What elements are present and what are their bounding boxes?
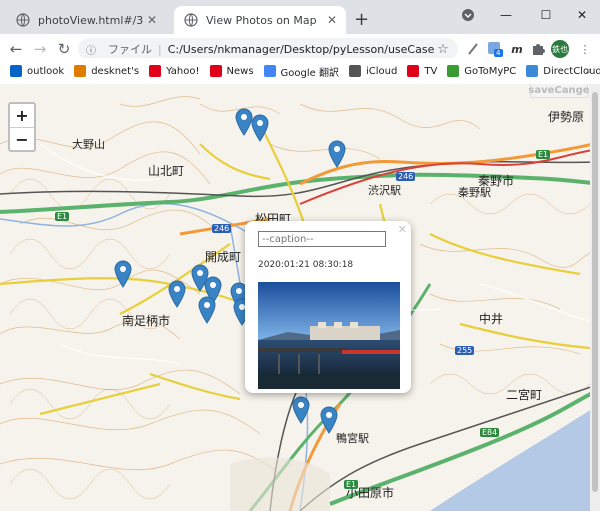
expressway-shield: E84 xyxy=(480,428,500,437)
bookmark-yahoo[interactable]: Yahoo! xyxy=(149,65,200,77)
place-label: 南足柄市 xyxy=(122,314,171,328)
bookmark-label: News xyxy=(226,65,254,77)
extension-icon[interactable] xyxy=(464,40,482,58)
profile-menu-icon[interactable] xyxy=(448,0,488,30)
bookmark-outlook[interactable]: outlook xyxy=(10,65,64,77)
bookmark-tv[interactable]: TV xyxy=(407,65,437,77)
globe-icon xyxy=(16,13,30,27)
tab-photoview[interactable]: photoView.html#/3 ✕ xyxy=(6,6,166,34)
outlook-icon xyxy=(10,65,22,77)
extension-badge-icon[interactable]: 4 xyxy=(486,40,504,58)
zoom-in-button[interactable]: + xyxy=(10,104,34,128)
bookmarks-overflow-icon[interactable]: » xyxy=(585,64,592,77)
map-marker-icon[interactable] xyxy=(292,396,310,424)
bookmark-desknets[interactable]: desknet's xyxy=(74,65,139,77)
expressway-shield: E1 xyxy=(55,212,70,221)
url-text[interactable]: C:/Users/nkmanager/Desktop/pyLesson/useC… xyxy=(168,43,434,56)
yahoo-news-icon xyxy=(209,65,222,77)
close-window-button[interactable]: ✕ xyxy=(562,0,600,30)
browser-chrome: photoView.html#/3 ✕ View Photos on Map ✕… xyxy=(0,0,600,96)
globe-icon xyxy=(184,13,198,27)
popup-close-icon[interactable]: ✕ xyxy=(398,223,407,236)
bookmark-label: Yahoo! xyxy=(166,65,200,77)
bookmark-label: TV xyxy=(424,65,438,77)
tab-title: photoView.html#/3 xyxy=(38,13,144,27)
bookmark-news[interactable]: News xyxy=(209,65,254,77)
minimize-button[interactable]: — xyxy=(486,0,526,30)
info-icon[interactable]: ⓘ xyxy=(86,42,102,57)
mountain-label: 大野山 xyxy=(72,138,105,151)
bookmark-gotomypc[interactable]: GoToMyPC xyxy=(447,65,516,77)
route-shield: 246 xyxy=(212,224,232,233)
zoom-out-button[interactable]: − xyxy=(10,128,34,151)
tab-title: View Photos on Map xyxy=(206,13,317,27)
station-label: 渋沢駅 xyxy=(368,184,401,197)
avatar[interactable]: 鉄也 xyxy=(551,40,569,58)
protocol-label: ファイル xyxy=(108,43,152,56)
apple-icon xyxy=(349,65,361,77)
reload-icon[interactable]: ↻ xyxy=(54,39,74,59)
expressway-shield: E1 xyxy=(536,150,551,159)
place-label: 山北町 xyxy=(148,164,185,178)
tab-strip: photoView.html#/3 ✕ View Photos on Map ✕… xyxy=(0,0,600,34)
route-shield: 255 xyxy=(455,346,475,355)
map-marker-icon[interactable] xyxy=(168,280,186,308)
scrollbar[interactable] xyxy=(590,84,600,511)
place-label: 伊勢原 xyxy=(548,110,585,124)
bookmark-google-translate[interactable]: Google 翻訳 xyxy=(263,64,339,79)
photo-thumbnail[interactable] xyxy=(258,282,400,389)
address-bar[interactable]: ⓘ ファイル | C:/Users/nkmanager/Desktop/pyLe… xyxy=(78,38,458,60)
caption-input[interactable] xyxy=(258,231,386,247)
zoom-control: + − xyxy=(8,102,36,152)
new-tab-button[interactable]: + xyxy=(354,9,369,30)
gotomypc-icon xyxy=(447,65,460,77)
forward-arrow-icon[interactable]: → xyxy=(30,39,50,59)
bookmark-label: desknet's xyxy=(91,65,140,77)
maximize-button[interactable]: ☐ xyxy=(526,0,566,30)
bookmark-label: GoToMyPC xyxy=(464,65,517,77)
bookmark-star-icon[interactable]: ☆ xyxy=(434,42,452,57)
m-extension-icon[interactable]: m xyxy=(508,40,526,58)
tab-close-icon[interactable]: ✕ xyxy=(324,13,340,27)
tab-close-icon[interactable]: ✕ xyxy=(144,13,160,27)
scrollbar-thumb[interactable] xyxy=(592,92,598,492)
directcloud-icon xyxy=(526,65,539,77)
google-translate-icon xyxy=(263,65,276,77)
map-marker-icon[interactable] xyxy=(328,140,346,168)
map-marker-icon[interactable] xyxy=(198,296,216,324)
place-label: 二宮町 xyxy=(506,388,543,402)
desknets-icon xyxy=(74,65,87,77)
bookmark-label: iCloud xyxy=(366,65,398,77)
station-label: 秦野駅 xyxy=(458,186,491,199)
puzzle-extensions-icon[interactable] xyxy=(529,40,547,58)
photo-datetime: 2020:01:21 08:30:18 xyxy=(258,260,354,270)
place-label: 開成町 xyxy=(205,250,242,264)
tab-view-photos[interactable]: View Photos on Map ✕ xyxy=(174,6,346,34)
map-marker-icon[interactable] xyxy=(114,260,132,288)
bookmark-label: Google 翻訳 xyxy=(280,67,339,79)
yahoo-tv-icon xyxy=(407,65,420,77)
bookmark-label: outlook xyxy=(27,65,65,77)
map-marker-icon[interactable] xyxy=(251,114,269,142)
kebab-menu-icon[interactable]: ⋮ xyxy=(576,40,594,58)
save-changes-button[interactable]: saveCange xyxy=(528,84,590,98)
map-marker-icon[interactable] xyxy=(320,406,338,434)
divider: | xyxy=(158,42,162,56)
expressway-shield: E1 xyxy=(344,480,359,489)
place-label: 中井 xyxy=(479,312,504,326)
map-view[interactable]: + − saveCange 山北町 秦野市 伊勢原 松田町 開成町 南足柄市 中… xyxy=(0,84,600,511)
bookmark-icloud[interactable]: iCloud xyxy=(349,65,397,77)
extension-badge-count: 4 xyxy=(496,49,501,57)
photo-popup: ✕ 2020:01:21 08:30:18 xyxy=(245,221,411,393)
back-arrow-icon[interactable]: ← xyxy=(6,39,26,59)
yahoo-icon xyxy=(149,65,162,77)
station-label: 鴨宮駅 xyxy=(336,432,369,445)
route-shield: 246 xyxy=(396,172,416,181)
bookmarks-bar: outlook desknet's Yahoo! News Google 翻訳 … xyxy=(0,58,600,85)
